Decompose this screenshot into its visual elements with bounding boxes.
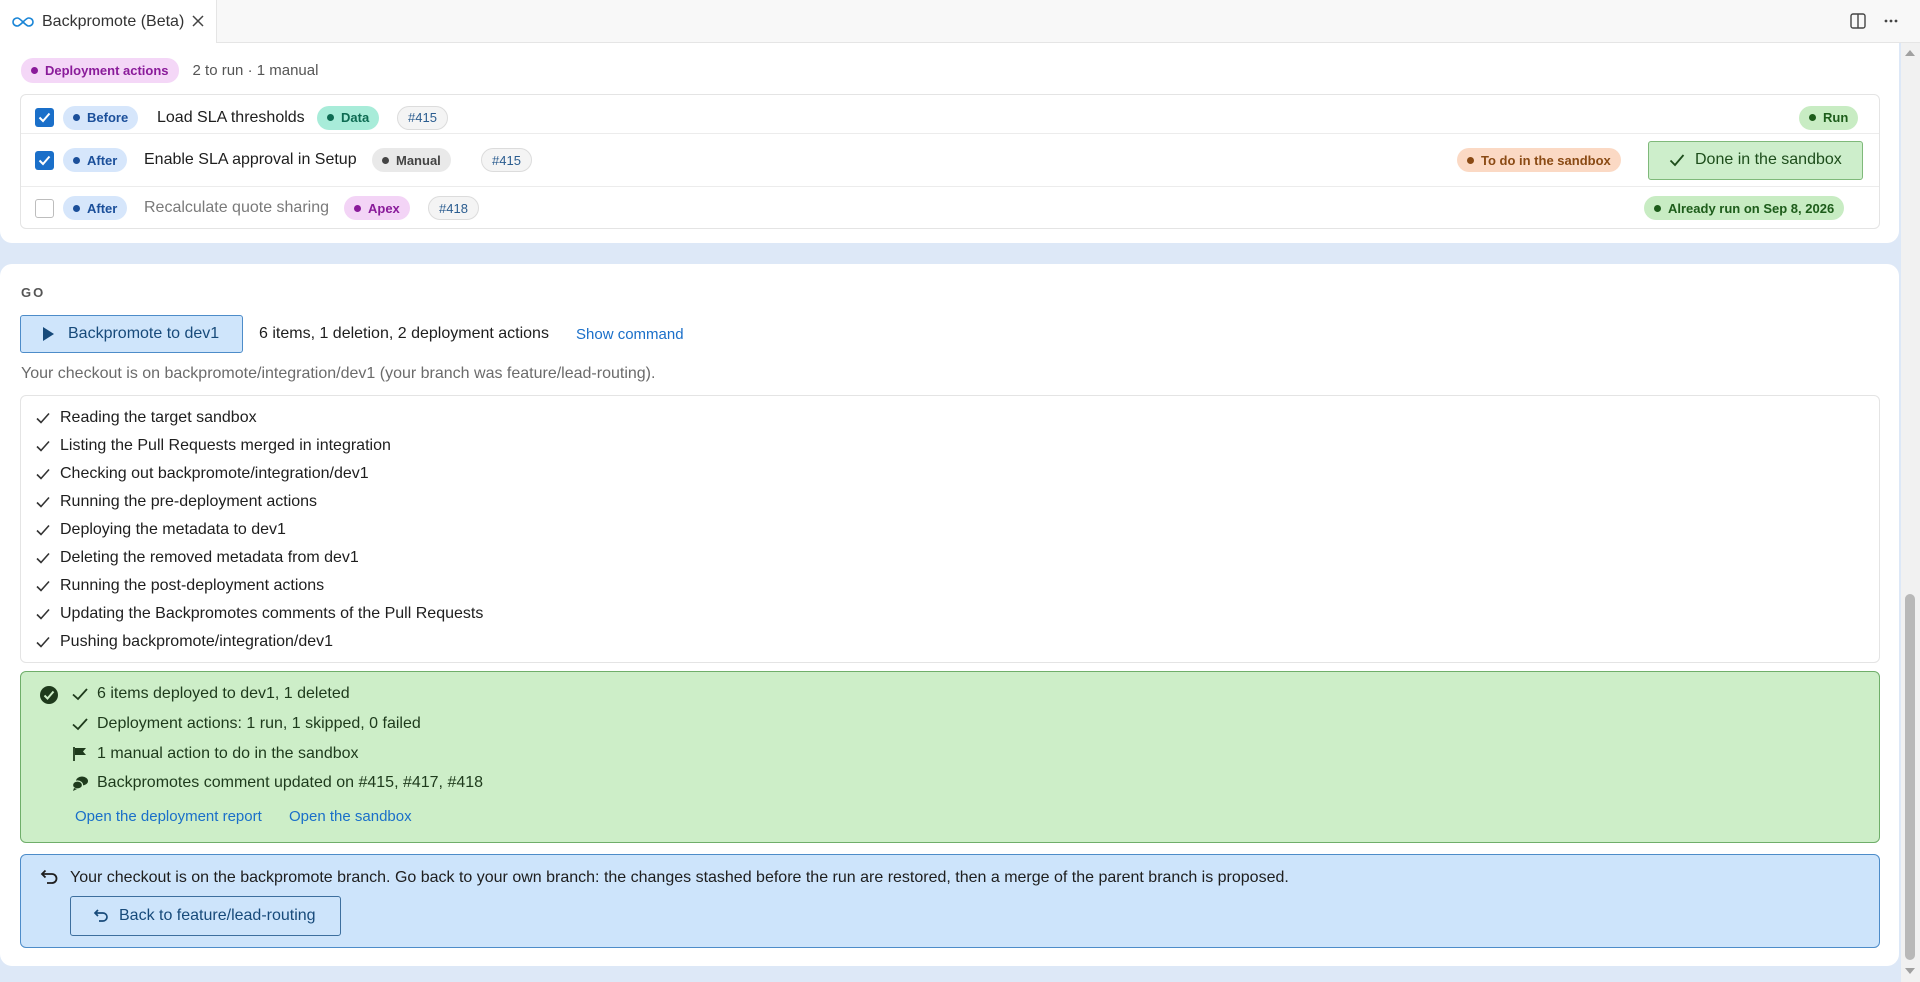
scrollbar-thumb[interactable] [1905, 594, 1915, 960]
split-editor-icon[interactable] [1847, 10, 1869, 32]
action-checkbox[interactable] [35, 150, 54, 170]
pr-link[interactable]: #418 [428, 196, 479, 220]
action-title: Recalculate quote sharing [144, 199, 330, 216]
phase-badge: After [63, 196, 128, 220]
comments-icon [71, 776, 88, 791]
list-item: Reading the target sandbox [21, 404, 1879, 432]
tab-backpromote[interactable]: Backpromote (Beta) [0, 0, 217, 43]
close-icon[interactable] [188, 11, 208, 31]
play-icon [43, 327, 54, 341]
list-item: Checking out backpromote/integration/dev… [21, 460, 1879, 488]
editor-tab-bar: Backpromote (Beta) [0, 0, 1920, 43]
phase-badge: Before [63, 105, 139, 130]
check-icon [36, 580, 50, 592]
pr-link[interactable]: #415 [481, 148, 532, 172]
undo-icon [93, 909, 108, 922]
list-item: Running the post-deployment actions [21, 572, 1879, 600]
result-summary: 6 items deployed to dev1, 1 deleted Depl… [20, 671, 1880, 843]
run-steps-list: Reading the target sandbox Listing the P… [20, 395, 1880, 663]
open-sandbox-link[interactable]: Open the sandbox [289, 808, 412, 825]
check-icon [36, 496, 50, 508]
list-item: Pushing backpromote/integration/dev1 [21, 628, 1879, 656]
go-panel: GO Backpromote to dev1 6 items, 1 deleti… [0, 264, 1899, 966]
action-title: Enable SLA approval in Setup [144, 151, 357, 168]
list-item: Running the pre-deployment actions [21, 488, 1879, 516]
success-check-circle-icon [40, 686, 58, 704]
show-command-link[interactable]: Show command [576, 326, 684, 343]
check-icon [72, 718, 88, 731]
status-badge: Already run on Sep 8, 2026 [1644, 196, 1845, 220]
deployment-actions-badge: Deployment actions [21, 58, 179, 83]
result-line: 6 items deployed to dev1, 1 deleted [71, 685, 350, 703]
checkout-note: Your checkout is on backpromote/integrat… [21, 365, 656, 382]
result-line: 1 manual action to do in the sandbox [71, 745, 359, 763]
scroll-down-icon[interactable] [1904, 966, 1916, 976]
check-icon [36, 636, 50, 648]
list-item: Deploying the metadata to dev1 [21, 516, 1879, 544]
result-line: Deployment actions: 1 run, 1 skipped, 0 … [71, 715, 421, 733]
section-title: GO [21, 285, 46, 300]
kind-badge: Apex [344, 196, 410, 220]
check-icon [36, 608, 50, 620]
check-icon [36, 524, 50, 536]
back-message: Your checkout is on the backpromote bran… [70, 869, 1289, 886]
infinity-icon [12, 16, 34, 27]
back-to-branch-panel: Your checkout is on the backpromote bran… [20, 854, 1880, 948]
back-to-branch-button[interactable]: Back to feature/lead-routing [70, 896, 341, 936]
action-row: After Enable SLA approval in Setup Manua… [21, 134, 1879, 186]
list-item: Listing the Pull Requests merged in inte… [21, 432, 1879, 460]
kind-badge: Manual [372, 148, 451, 172]
list-item: Deleting the removed metadata from dev1 [21, 544, 1879, 572]
done-in-sandbox-button[interactable]: Done in the sandbox [1648, 140, 1863, 180]
more-actions-icon[interactable] [1880, 10, 1902, 32]
check-icon [1669, 154, 1685, 167]
flag-icon [73, 747, 86, 761]
scroll-up-icon[interactable] [1904, 48, 1916, 58]
action-checkbox[interactable] [35, 108, 54, 127]
action-row: After Recalculate quote sharing Apex #41… [21, 187, 1879, 229]
open-deployment-report-link[interactable]: Open the deployment report [75, 808, 262, 825]
undo-icon [40, 869, 58, 884]
deployment-actions-summary: 2 to run · 1 manual [192, 62, 319, 79]
status-badge: To do in the sandbox [1457, 148, 1621, 172]
deployment-actions-panel: Deployment actions 2 to run · 1 manual B… [0, 43, 1899, 243]
kind-badge: Data [317, 105, 380, 130]
phase-badge: After [63, 148, 128, 172]
pr-link[interactable]: #415 [397, 105, 448, 130]
action-checkbox[interactable] [35, 198, 54, 218]
check-icon [36, 468, 50, 480]
check-icon [36, 412, 50, 424]
deployment-actions-list: Before Load SLA thresholds Data #415 Run… [20, 94, 1880, 229]
status-badge: Run [1799, 105, 1859, 130]
check-icon [36, 440, 50, 452]
tab-title: Backpromote (Beta) [42, 12, 185, 30]
backpromote-button[interactable]: Backpromote to dev1 [20, 315, 243, 353]
check-icon [72, 688, 88, 701]
action-title: Load SLA thresholds [157, 108, 305, 126]
result-line: Backpromotes comment updated on #415, #4… [71, 774, 483, 792]
go-summary: 6 items, 1 deletion, 2 deployment action… [259, 325, 549, 342]
check-icon [36, 552, 50, 564]
list-item: Updating the Backpromotes comments of th… [21, 600, 1879, 628]
